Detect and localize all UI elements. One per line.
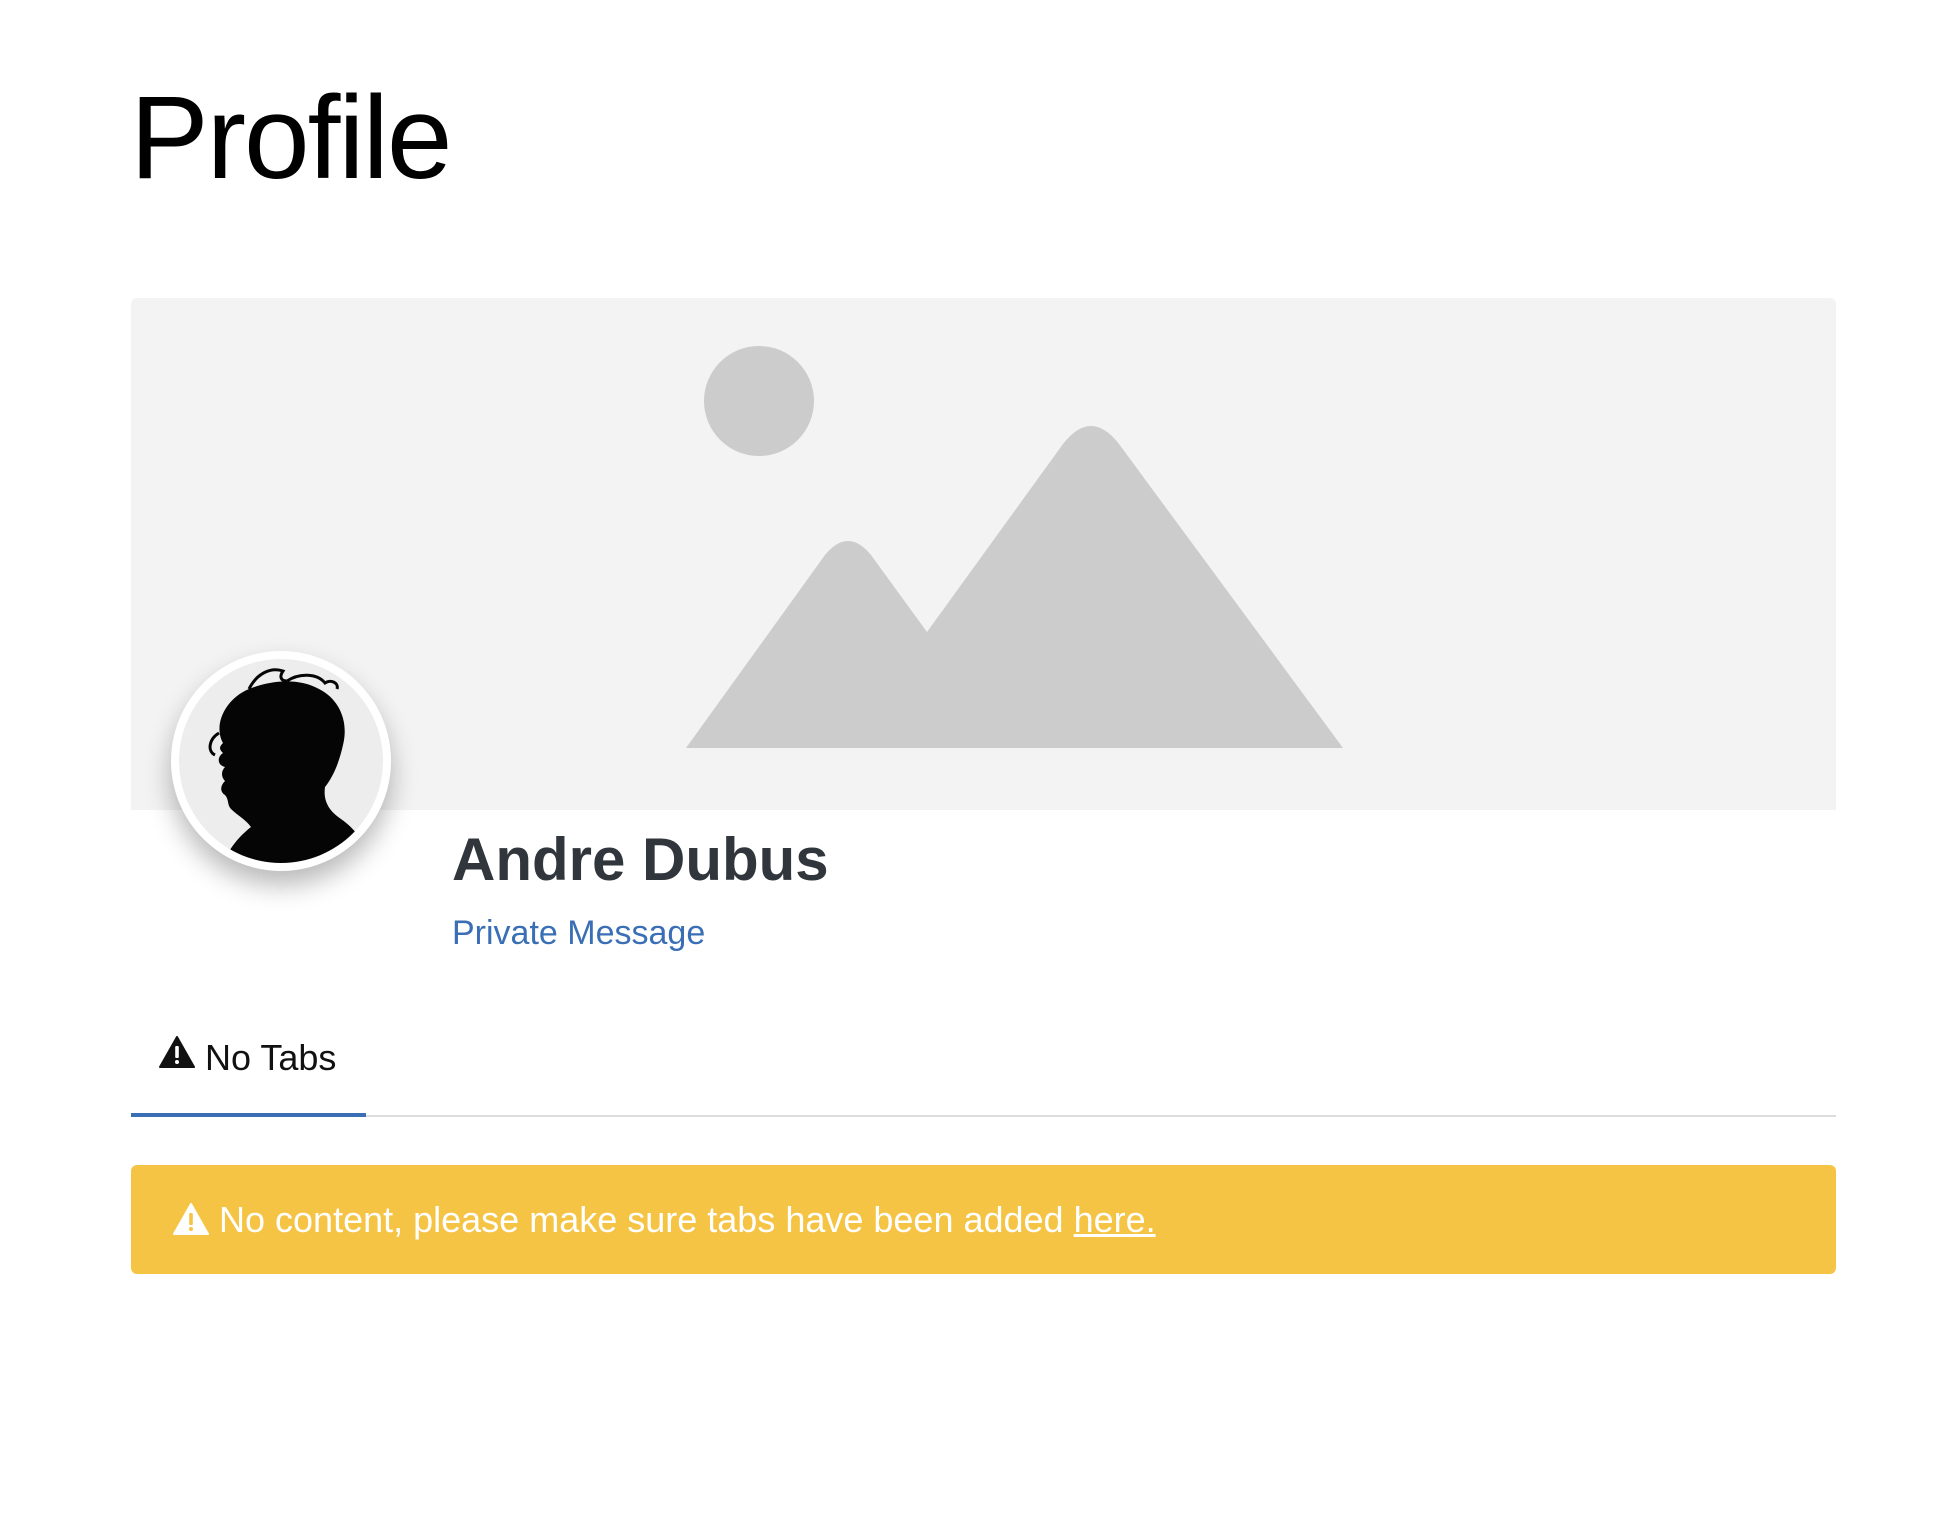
page-title: Profile bbox=[130, 72, 452, 204]
no-content-alert: No content, please make sure tabs have b… bbox=[131, 1165, 1836, 1274]
profile-name: Andre Dubus bbox=[452, 826, 829, 893]
avatar-photo bbox=[179, 659, 383, 863]
avatar[interactable] bbox=[171, 651, 391, 871]
profile-tabs: No Tabs bbox=[131, 1010, 1836, 1117]
add-tabs-link[interactable]: here. bbox=[1074, 1199, 1156, 1240]
private-message-link[interactable]: Private Message bbox=[452, 911, 705, 955]
warning-icon bbox=[159, 1036, 195, 1068]
tab-no-tabs[interactable]: No Tabs bbox=[131, 1010, 366, 1117]
person-silhouette-icon bbox=[208, 668, 369, 863]
alert-text: No content, please make sure tabs have b… bbox=[219, 1199, 1064, 1240]
warning-icon bbox=[173, 1203, 209, 1235]
alert-message: No content, please make sure tabs have b… bbox=[219, 1196, 1156, 1244]
tab-label: No Tabs bbox=[205, 1037, 337, 1078]
